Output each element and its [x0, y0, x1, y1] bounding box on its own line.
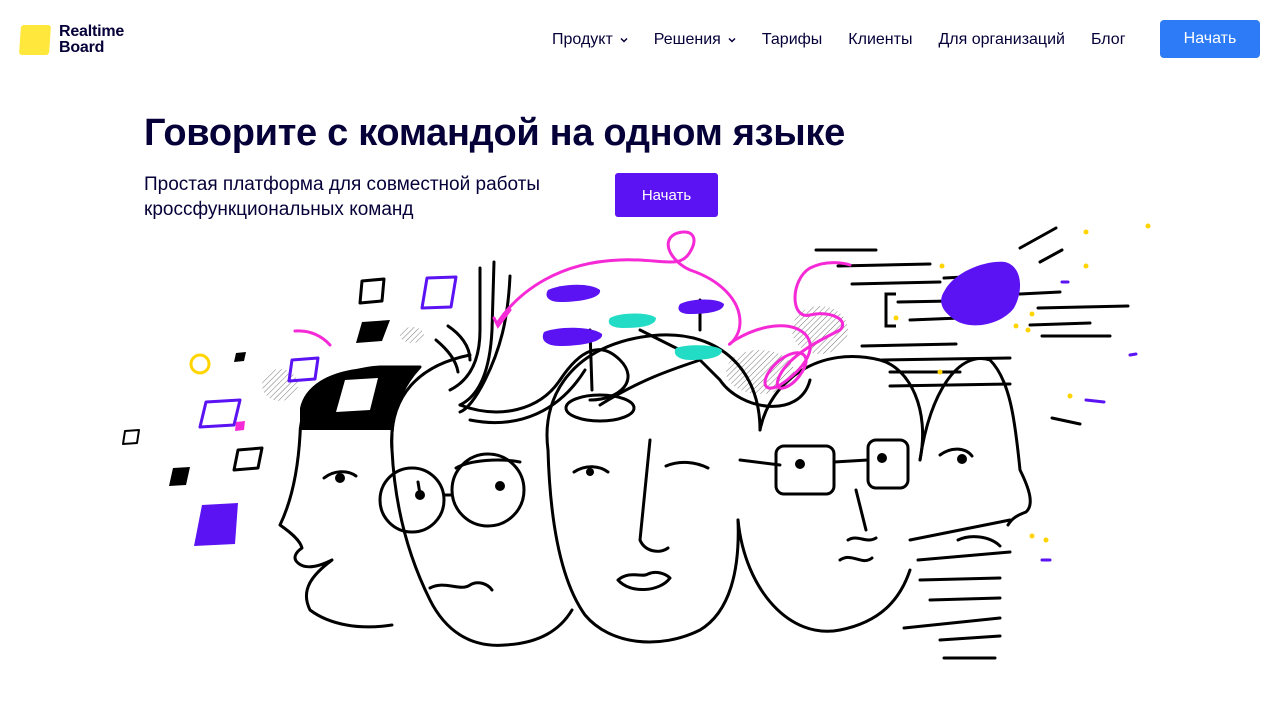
idea-blob-teal — [674, 345, 722, 360]
eye — [957, 454, 967, 464]
hero-start-button[interactable]: Начать — [615, 173, 718, 217]
speed-lines — [814, 226, 1130, 426]
eye — [877, 453, 887, 463]
magenta-stroke — [293, 329, 332, 347]
eye — [415, 490, 425, 500]
header-start-button[interactable]: Начать — [1160, 20, 1260, 58]
hero-title: Говорите с командой на одном языке — [144, 112, 845, 154]
logo-mark-icon — [18, 25, 52, 55]
eye — [335, 473, 345, 483]
nav-item-product[interactable]: Продукт — [552, 31, 628, 49]
site-header: Realtime Board Продукт Решения Тарифы Кл… — [0, 0, 1280, 80]
purple-blob — [941, 261, 1021, 326]
nav-item-clients[interactable]: Клиенты — [848, 31, 912, 49]
hatch-blob — [400, 327, 424, 343]
hero-subtitle-line2: кроссфункциональных команд — [144, 199, 414, 220]
idea-blob-purple — [678, 299, 724, 314]
chevron-down-icon — [620, 37, 628, 43]
eye — [495, 481, 505, 491]
nav-item-label: Продукт — [552, 31, 613, 48]
nav-item-solutions[interactable]: Решения — [654, 31, 736, 49]
landing-page: Realtime Board Продукт Решения Тарифы Кл… — [0, 0, 1280, 720]
magenta-swirl — [496, 230, 852, 390]
bracket — [884, 292, 896, 328]
team-faces-illustration — [122, 223, 1151, 660]
idea-blob-purple — [542, 327, 603, 346]
hatch-blob — [262, 369, 298, 401]
nav-item-enterprise[interactable]: Для организаций — [938, 31, 1065, 49]
hero-subtitle-line1: Простая платформа для совместной работы — [144, 174, 541, 195]
eye — [795, 459, 805, 469]
face-glasses-right — [736, 355, 925, 633]
eye — [586, 468, 594, 476]
nav-item-pricing[interactable]: Тарифы — [762, 31, 822, 49]
brand-name: Realtime Board — [59, 23, 125, 56]
brand-logo[interactable]: Realtime Board — [18, 23, 125, 56]
yellow-dots — [893, 223, 1151, 543]
chevron-down-icon — [728, 37, 736, 43]
nav-item-blog[interactable]: Блог — [1091, 31, 1126, 49]
idea-blob-purple — [546, 284, 601, 302]
nav-item-label: Тарифы — [761, 31, 823, 48]
hero-subtitle: Простая платформа для совместной работы … — [144, 172, 584, 222]
main-nav: Продукт Решения Тарифы Клиенты Для орган… — [552, 28, 1126, 52]
nav-item-label: Для организаций — [938, 31, 1065, 48]
idea-blob-teal — [608, 313, 656, 328]
nav-item-label: Клиенты — [848, 31, 913, 48]
yellow-ring — [189, 353, 211, 375]
nav-item-label: Решения — [653, 31, 721, 48]
nav-item-label: Блог — [1090, 31, 1126, 48]
